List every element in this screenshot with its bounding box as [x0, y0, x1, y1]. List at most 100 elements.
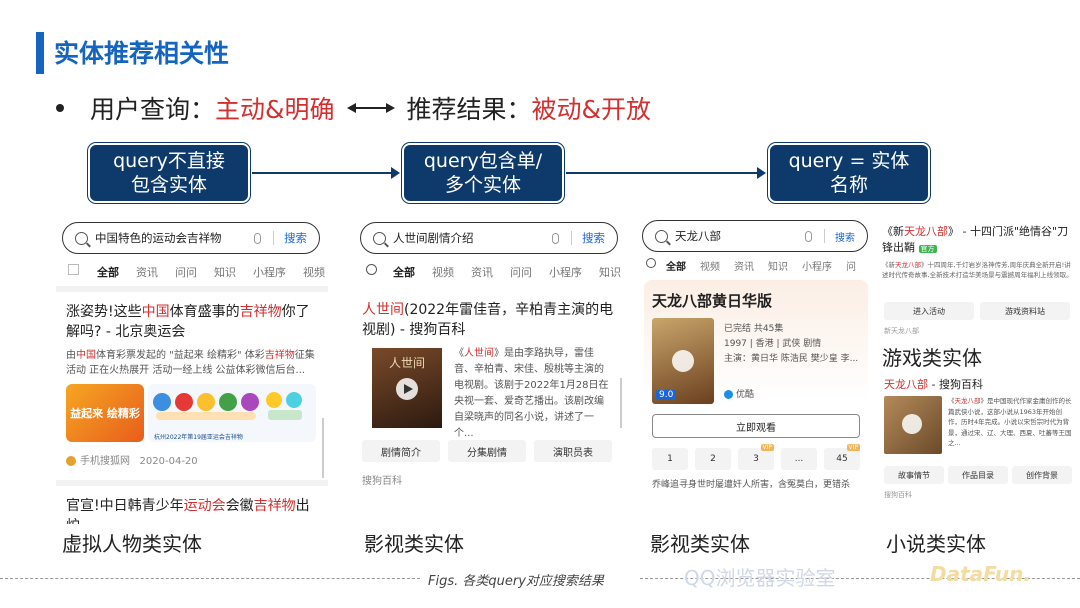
search-button[interactable]: 搜索	[582, 230, 605, 246]
tab-mini-program[interactable]: 小程序	[253, 264, 286, 280]
episode-45[interactable]: 45 VIP	[824, 444, 860, 470]
tab-ask[interactable]: 问	[846, 258, 856, 273]
image-caption: 益起来 绘精彩	[70, 407, 140, 420]
drama-poster[interactable]: 9.0	[652, 318, 714, 404]
mic-icon[interactable]	[805, 230, 812, 242]
play-icon[interactable]	[902, 414, 922, 434]
drama-cast: 主演：黄日华 陈浩民 樊少皇 李...	[724, 354, 859, 364]
home-icon[interactable]	[646, 258, 656, 268]
tv-poster[interactable]: 人世间	[372, 348, 442, 428]
episode-plot-button[interactable]: 分集剧情	[448, 440, 526, 462]
vip-badge: VIP	[846, 444, 860, 451]
tab-video[interactable]: 视频	[700, 258, 720, 273]
caption-virtual-character: 虚拟人物类实体	[62, 532, 202, 556]
title-accent-bar	[36, 32, 44, 74]
grid-icon[interactable]	[68, 264, 79, 275]
bullet-part1: 用户查询：	[90, 95, 216, 124]
drama-status: 已完结 共45集	[724, 324, 784, 334]
scrollbar[interactable]	[620, 378, 622, 428]
episode-more[interactable]: ...	[781, 448, 817, 470]
search-button[interactable]: 搜索	[284, 230, 307, 246]
search-query: 天龙八部	[675, 229, 721, 243]
search-icon	[373, 231, 386, 245]
tab-video[interactable]: 视频	[432, 264, 454, 280]
novel-cover[interactable]	[884, 396, 942, 454]
home-icon[interactable]	[366, 264, 377, 275]
bullet-part2: 推荐结果：	[406, 95, 532, 124]
tab-all[interactable]: 全部	[666, 258, 686, 273]
tab-knowledge[interactable]: 知识	[214, 264, 236, 280]
play-icon[interactable]	[672, 350, 694, 372]
search-box[interactable]: 天龙八部 搜索	[642, 220, 868, 252]
cast-crew-button[interactable]: 演职员表	[534, 440, 612, 462]
search-box[interactable]: 中国特色的运动会吉祥物 搜索	[62, 222, 320, 254]
snippet-highlight: 中国	[76, 350, 96, 361]
snippet-text: 由	[66, 350, 76, 361]
work-catalog-button[interactable]: 作品目录	[948, 466, 1008, 484]
poster-title: 人世间	[388, 356, 425, 370]
flow-arrow-2	[566, 167, 766, 179]
tab-mini-program[interactable]: 小程序	[549, 264, 582, 280]
result-title-highlight: 吉祥物	[253, 498, 296, 514]
play-triangle	[404, 384, 413, 394]
tab-knowledge[interactable]: 知识	[768, 258, 788, 273]
mascot-image-2[interactable]: 杭州2022年第19届亚运会吉祥物	[148, 384, 316, 442]
source-name[interactable]: 手机搜狐网	[80, 456, 130, 467]
snippet-text: 《	[454, 348, 464, 359]
source-date: 2020-04-20	[139, 456, 198, 467]
tab-mini-program[interactable]: 小程序	[802, 258, 832, 273]
tab-all[interactable]: 全部	[393, 264, 415, 280]
result-title-next[interactable]: 官宣!中日韩青少年运动会会徽吉祥物出炉	[66, 496, 316, 524]
flow-box-line2: 多个实体	[444, 174, 521, 196]
search-button[interactable]: 搜索	[835, 229, 855, 244]
story-plot-button[interactable]: 故事情节	[884, 466, 944, 484]
snippet-text: 《新	[882, 261, 895, 269]
tab-news[interactable]: 资讯	[471, 264, 493, 280]
result-title[interactable]: 涨姿势!这些中国体育盛事的吉祥物你了解吗? - 北京奥运会	[66, 302, 316, 342]
platform-tag[interactable]: 优酷	[724, 388, 754, 403]
drama-info: 已完结 共45集 1997 | 香港 | 武侠 剧情 主演：黄日华 陈浩民 樊少…	[724, 322, 858, 367]
tab-video[interactable]: 视频	[303, 264, 325, 280]
episode-3[interactable]: 3 VIP	[738, 444, 774, 470]
snippet-highlight: 吉祥物	[264, 350, 295, 361]
result-title-highlight: 中国	[141, 304, 170, 320]
watch-now-button[interactable]: 立即观看	[652, 414, 860, 438]
mascot-image-1[interactable]: 益起来 绘精彩	[66, 384, 144, 442]
result-tabs: 全部 视频 资讯 问问 小程序 知识	[366, 264, 626, 280]
official-badge: 官方	[918, 245, 937, 253]
result-title-text: 《新	[882, 225, 904, 238]
double-arrow-icon	[346, 103, 395, 113]
episode-1[interactable]: 1	[652, 448, 688, 470]
tab-knowledge[interactable]: 知识	[599, 264, 621, 280]
game-wiki-button[interactable]: 游戏资料站	[980, 302, 1070, 320]
game-result-title[interactable]: 《新天龙八部》 - 十四门派"绝情谷"刀锋出鞘 官方	[882, 224, 1074, 257]
caption-novel: 小说类实体	[886, 532, 986, 556]
plot-summary-button[interactable]: 剧情简介	[362, 440, 440, 462]
enter-event-button[interactable]: 进入活动	[884, 302, 974, 320]
tab-ask[interactable]: 问问	[510, 264, 532, 280]
tab-news[interactable]: 资讯	[136, 264, 158, 280]
separator	[56, 480, 328, 486]
result-snippet: 由中国体育彩票发起的 "益起来 绘精彩" 体彩吉祥物征集活动 正在火热展开 活动…	[66, 348, 316, 378]
scrollbar[interactable]	[322, 418, 324, 478]
result-title-highlight: 运动会	[183, 498, 226, 514]
mic-icon[interactable]	[254, 232, 261, 244]
tab-ask[interactable]: 问问	[175, 264, 197, 280]
novel-source: 搜狗百科	[884, 491, 912, 499]
entity-card-title[interactable]: 天龙八部黄日华版	[652, 290, 772, 311]
game-entity-caption: 游戏类实体	[882, 346, 982, 370]
drama-meta: 1997 | 香港 | 武侠 剧情	[724, 339, 822, 349]
episode-2[interactable]: 2	[695, 448, 731, 470]
tab-news[interactable]: 资讯	[734, 258, 754, 273]
bullet-part1-highlight: 主动&明确	[215, 95, 335, 124]
novel-result-title[interactable]: 天龙八部 - 搜狗百科	[884, 376, 983, 392]
bullet-part2-highlight: 被动&开放	[531, 95, 652, 124]
mic-icon[interactable]	[552, 232, 559, 244]
creation-background-button[interactable]: 创作背景	[1012, 466, 1072, 484]
result-snippet: 《人世间》是由李路执导，雷佳音、辛柏青、宋佳、殷桃等主演的电视剧。该剧于2022…	[454, 346, 612, 442]
search-box[interactable]: 人世间剧情介绍 搜索	[360, 222, 618, 254]
result-title[interactable]: 人世间(2022年雷佳音，辛柏青主演的电视剧) - 搜狗百科	[362, 300, 618, 340]
tab-all[interactable]: 全部	[97, 264, 119, 280]
search-panel-novel: 《新天龙八部》 - 十四门派"绝情谷"刀锋出鞘 官方 《新天龙八部》十四周年,千…	[880, 220, 1076, 502]
bullet-dot	[56, 104, 64, 112]
